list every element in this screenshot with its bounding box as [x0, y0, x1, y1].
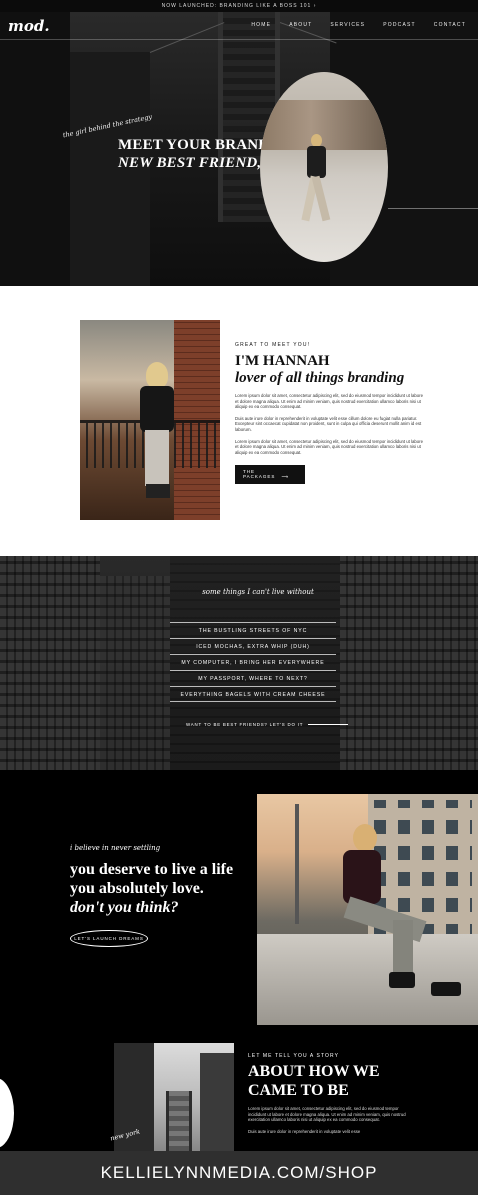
photo-person-walking: [301, 134, 331, 229]
believe-headline: you deserve to live a life you absolutel…: [70, 860, 233, 917]
best-friends-link[interactable]: WANT TO BE BEST FRIENDS? LET'S DO IT: [186, 722, 349, 727]
list-item: EVERYTHING BAGELS WITH CREAM CHEESE: [170, 686, 336, 702]
hero-headline-line1: MEET YOUR BRAND'S: [118, 137, 283, 153]
launch-dreams-button[interactable]: LET'S LAUNCH DREAMS: [70, 930, 148, 947]
believe-line2: you absolutely love.: [70, 880, 204, 897]
about-title-italic: lover of all things branding: [235, 370, 405, 386]
story-paragraph: Lorem ipsum dolor sit amet, consectetur …: [248, 1106, 406, 1123]
list-item: MY COMPUTER, I BRING HER EVERYWHERE: [170, 654, 336, 670]
arrow-right-icon: ⟶: [281, 474, 289, 480]
list-item: THE BUSTLING STREETS OF NYC: [170, 622, 336, 638]
rooftop-photo: [257, 794, 478, 1025]
favorites-section: some things I can't live without THE BUS…: [0, 556, 478, 770]
about-paragraph: Lorem ipsum dolor sit amet, consectetur …: [235, 393, 423, 410]
story-eyebrow: LET ME TELL YOU A STORY: [248, 1053, 340, 1059]
packages-button-label: THE PACKAGES: [243, 469, 276, 480]
story-paragraph: Duis aute irure dolor in reprehenderit i…: [248, 1128, 361, 1134]
packages-button[interactable]: THE PACKAGES ⟶: [235, 465, 305, 485]
story-title-line1: ABOUT HOW WE: [248, 1063, 380, 1080]
shop-url-banner[interactable]: KELLIELYNNMEDIA.COM/SHOP: [0, 1151, 478, 1195]
list-item: MY PASSPORT, WHERE TO NEXT?: [170, 670, 336, 686]
about-section: GREAT TO MEET YOU! I'M HANNAH lover of a…: [0, 286, 478, 556]
about-title-main: I'M HANNAH: [235, 353, 330, 369]
believe-section: i believe in never settling you deserve …: [0, 770, 478, 1025]
believe-line1: you deserve to live a life: [70, 861, 234, 878]
announcement-bar[interactable]: NOW LAUNCHED: BRANDING LIKE A BOSS 101 ›: [0, 0, 478, 12]
story-title: ABOUT HOW WE CAME TO BE: [248, 1062, 418, 1100]
about-eyebrow: GREAT TO MEET YOU!: [235, 342, 311, 348]
favorites-list: THE BUSTLING STREETS OF NYC ICED MOCHAS,…: [170, 622, 336, 702]
story-title-line2: CAME TO BE: [248, 1082, 349, 1099]
main-nav: mod. HOME ABOUT SERVICES PODCAST CONTACT: [0, 12, 478, 40]
hero-divider: [388, 208, 478, 209]
believe-line3: don't you think?: [70, 899, 179, 916]
nav-link-contact[interactable]: CONTACT: [434, 22, 466, 28]
about-text-block: GREAT TO MEET YOU! I'M HANNAH lover of a…: [235, 342, 425, 485]
believe-script-text: i believe in never settling: [70, 844, 161, 852]
list-item: ICED MOCHAS, EXTRA WHIP (DUH): [170, 638, 336, 654]
best-friends-link-label: WANT TO BE BEST FRIENDS? LET'S DO IT: [186, 722, 304, 727]
story-text-block: LET ME TELL YOU A STORY ABOUT HOW WE CAM…: [248, 1053, 418, 1134]
hero-building-left: [0, 12, 70, 286]
site-logo[interactable]: mod.: [8, 17, 50, 35]
nav-links: HOME ABOUT SERVICES PODCAST CONTACT: [251, 22, 466, 28]
nav-link-home[interactable]: HOME: [251, 22, 271, 28]
hero-oval-photo: [260, 72, 388, 262]
about-title: I'M HANNAH lover of all things branding: [235, 353, 425, 387]
line-arrow-icon: [308, 724, 349, 726]
about-photo: [80, 320, 220, 520]
about-paragraph: Duis aute irure dolor in reprehenderit i…: [235, 415, 422, 432]
nav-link-podcast[interactable]: PODCAST: [383, 22, 416, 28]
nav-link-services[interactable]: SERVICES: [330, 22, 365, 28]
favorites-script-title: some things I can't live without: [202, 588, 314, 596]
nav-link-about[interactable]: ABOUT: [289, 22, 312, 28]
about-paragraph: Lorem ipsum dolor sit amet, consectetur …: [235, 438, 423, 455]
hero-section: mod. HOME ABOUT SERVICES PODCAST CONTACT…: [0, 12, 478, 286]
